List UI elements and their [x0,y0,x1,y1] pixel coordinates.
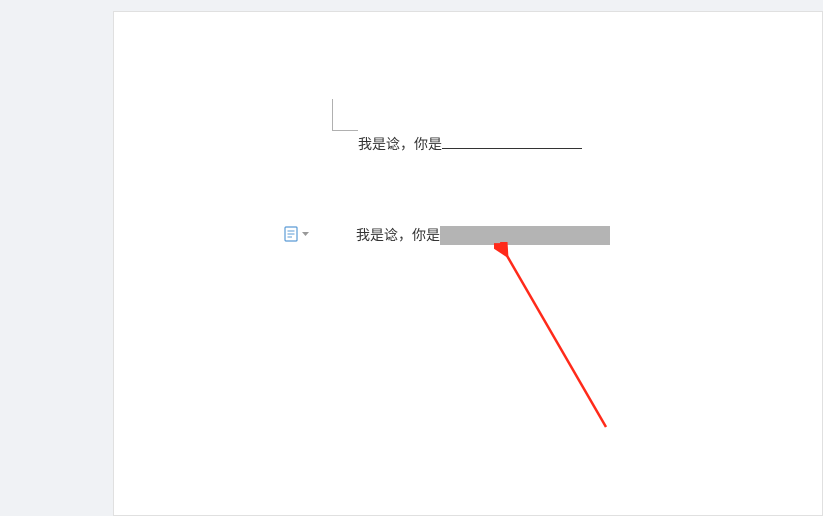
highlighted-selection[interactable] [440,226,610,245]
line1-text: 我是谂，你是 [358,136,442,152]
document-icon [284,226,298,242]
cursor-indicator [332,99,358,131]
document-page[interactable]: 我是谂，你是 我是谂，你是 [113,11,823,516]
annotation-arrow [494,242,624,442]
text-line-2[interactable]: 我是谂，你是 [356,225,610,245]
document-icon-button[interactable] [284,226,309,242]
line2-text: 我是谂，你是 [356,225,440,245]
chevron-down-icon [302,232,309,237]
text-line-1[interactable]: 我是谂，你是 [358,134,582,154]
underline-blank[interactable] [442,148,582,149]
